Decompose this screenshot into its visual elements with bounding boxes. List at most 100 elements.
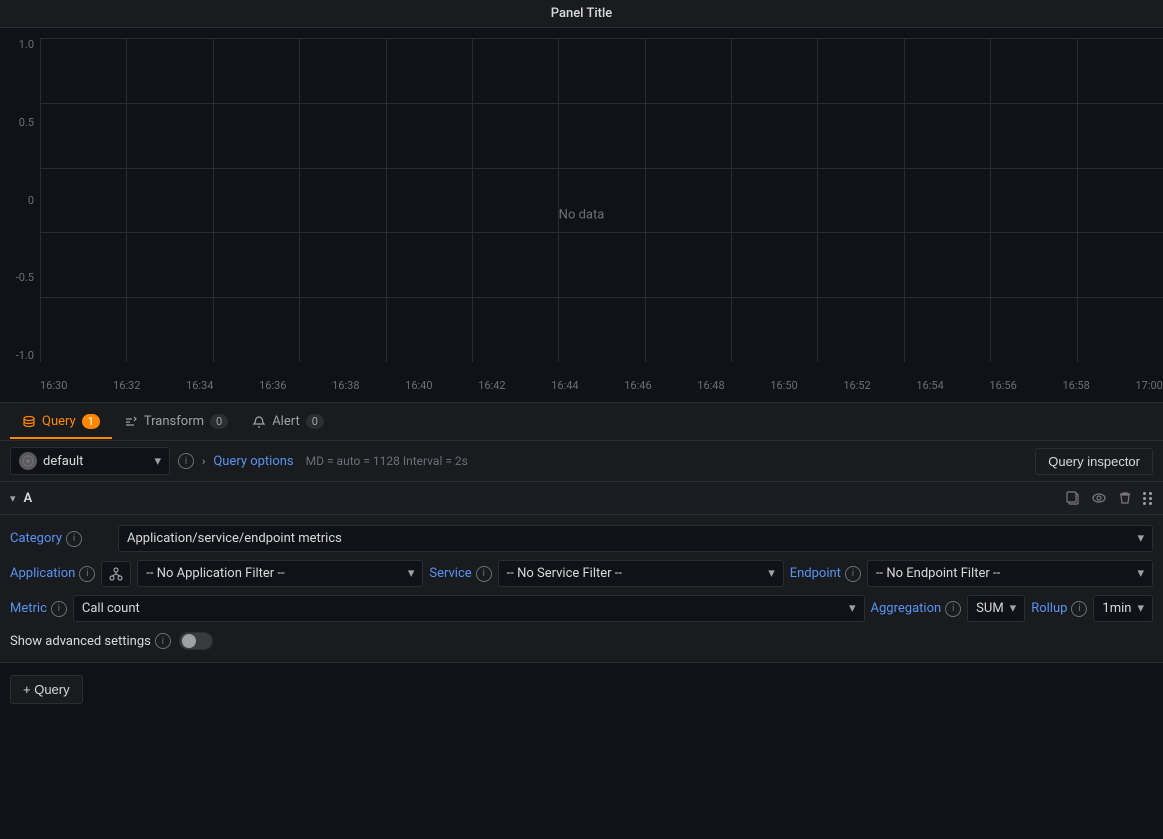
grid-cell — [40, 103, 126, 168]
tab-alert[interactable]: Alert 0 — [240, 406, 336, 439]
metric-row: Metric i Call count ▾ Aggregation i SUM … — [10, 591, 1153, 626]
application-info-icon[interactable]: i — [79, 566, 95, 582]
add-query-row: + Query — [0, 663, 1163, 716]
x-axis-labels: 16:30 16:32 16:34 16:36 16:38 16:40 16:4… — [40, 379, 1163, 392]
grid-cell — [126, 38, 212, 103]
category-info-icon[interactable]: i — [66, 531, 82, 547]
tab-transform[interactable]: Transform 0 — [112, 406, 240, 439]
y-label-4: -0.5 — [16, 271, 34, 284]
category-label: Category i — [10, 531, 110, 547]
chart-container: 1.0 0.5 0 -0.5 -1.0 (function(){ var gri… — [0, 28, 1163, 403]
advanced-settings-label: Show advanced settings i — [10, 633, 171, 649]
grid-cell — [731, 103, 817, 168]
delete-icon[interactable] — [1117, 490, 1133, 506]
grid-cell — [904, 297, 990, 362]
grid-cell — [904, 168, 990, 233]
grid-cell — [558, 38, 644, 103]
tab-query[interactable]: Query 1 — [10, 406, 112, 439]
grid-cell — [558, 103, 644, 168]
grid-cell — [1077, 103, 1163, 168]
copy-icon[interactable] — [1065, 490, 1081, 506]
grid-cell — [213, 297, 299, 362]
grid-cell — [904, 232, 990, 297]
grid-cell — [904, 38, 990, 103]
alert-icon — [252, 415, 266, 429]
collapse-button[interactable]: ▾ — [10, 492, 16, 505]
alert-tab-badge: 0 — [306, 414, 324, 429]
metric-select[interactable]: Call count ▾ — [73, 595, 865, 622]
query-options-meta: MD = auto = 1128 Interval = 2s — [306, 454, 468, 468]
grid-cell — [299, 38, 385, 103]
grid-cell — [472, 297, 558, 362]
grid-cell — [990, 297, 1076, 362]
rollup-select[interactable]: 1min ▾ — [1093, 595, 1153, 622]
grid-cell — [645, 232, 731, 297]
grid-cell — [126, 232, 212, 297]
query-inspector-button[interactable]: Query inspector — [1035, 448, 1153, 475]
grid-cell — [1077, 168, 1163, 233]
query-block-header: ▾ A — [0, 482, 1163, 515]
add-query-button[interactable]: + Query — [10, 675, 83, 704]
datasource-info-icon[interactable]: i — [178, 453, 194, 469]
grid-cell — [213, 168, 299, 233]
application-network-icon[interactable] — [101, 561, 131, 587]
grid-cell — [731, 297, 817, 362]
grid-cell — [731, 38, 817, 103]
svc-filter-chevron-icon: ▾ — [768, 566, 775, 581]
aggregation-label: Aggregation i — [871, 601, 962, 617]
grid-cell — [817, 38, 903, 103]
service-filter-select[interactable]: -- No Service Filter -- ▾ — [498, 560, 784, 587]
datasource-select[interactable]: default ▾ — [10, 447, 170, 475]
grid-cell — [990, 232, 1076, 297]
chart-grid: (function(){ var grid = document.querySe… — [40, 38, 1163, 362]
metric-chevron-icon: ▾ — [849, 601, 856, 616]
datasource-chevron-icon: ▾ — [154, 454, 161, 469]
grid-cell — [558, 232, 644, 297]
advanced-info-icon[interactable]: i — [155, 633, 171, 649]
filter-row: Application i -- No Application Filter -… — [10, 556, 1153, 591]
grid-cell — [213, 38, 299, 103]
hide-icon[interactable] — [1091, 490, 1107, 506]
database-icon — [22, 415, 36, 429]
grid-cell — [472, 232, 558, 297]
category-select[interactable]: Application/service/endpoint metrics ▾ — [118, 525, 1153, 552]
grid-cell — [817, 103, 903, 168]
query-block-a: ▾ A — [0, 482, 1163, 663]
drag-handle[interactable] — [1143, 492, 1153, 505]
grid-cell — [40, 297, 126, 362]
query-options-button[interactable]: Query options — [213, 454, 293, 469]
tabs-bar: Query 1 Transform 0 Alert 0 — [0, 403, 1163, 441]
advanced-settings-row: Show advanced settings i — [10, 626, 1153, 656]
endpoint-info-icon[interactable]: i — [845, 566, 861, 582]
rollup-info-icon[interactable]: i — [1071, 601, 1087, 617]
grid-cell — [40, 232, 126, 297]
grid-cell — [990, 103, 1076, 168]
query-letter: A — [24, 491, 33, 506]
aggregation-info-icon[interactable]: i — [945, 601, 961, 617]
ep-filter-chevron-icon: ▾ — [1137, 566, 1144, 581]
grid-cell — [904, 103, 990, 168]
grid-cell — [645, 38, 731, 103]
aggregation-select[interactable]: SUM ▾ — [967, 595, 1025, 622]
application-filter-select[interactable]: -- No Application Filter -- ▾ — [137, 560, 423, 587]
endpoint-label: Endpoint i — [790, 566, 861, 582]
y-label-5: -1.0 — [16, 349, 34, 362]
metric-info-icon[interactable]: i — [51, 601, 67, 617]
transform-icon — [124, 415, 138, 429]
grid-cell — [472, 168, 558, 233]
advanced-settings-toggle[interactable] — [179, 632, 213, 650]
grid-cell — [472, 103, 558, 168]
service-info-icon[interactable]: i — [476, 566, 492, 582]
grid-cell — [126, 103, 212, 168]
datasource-row: default ▾ i › Query options MD = auto = … — [0, 441, 1163, 482]
panel-title-bar: Panel Title — [0, 0, 1163, 28]
toggle-knob — [182, 634, 196, 648]
grid-cell — [299, 232, 385, 297]
grid-cell — [213, 103, 299, 168]
grid-cell — [386, 297, 472, 362]
endpoint-filter-select[interactable]: -- No Endpoint Filter -- ▾ — [867, 560, 1153, 587]
category-row: Category i Application/service/endpoint … — [10, 521, 1153, 556]
rollup-chevron-icon: ▾ — [1137, 601, 1144, 616]
grid-cell — [731, 232, 817, 297]
grid-cell — [558, 297, 644, 362]
